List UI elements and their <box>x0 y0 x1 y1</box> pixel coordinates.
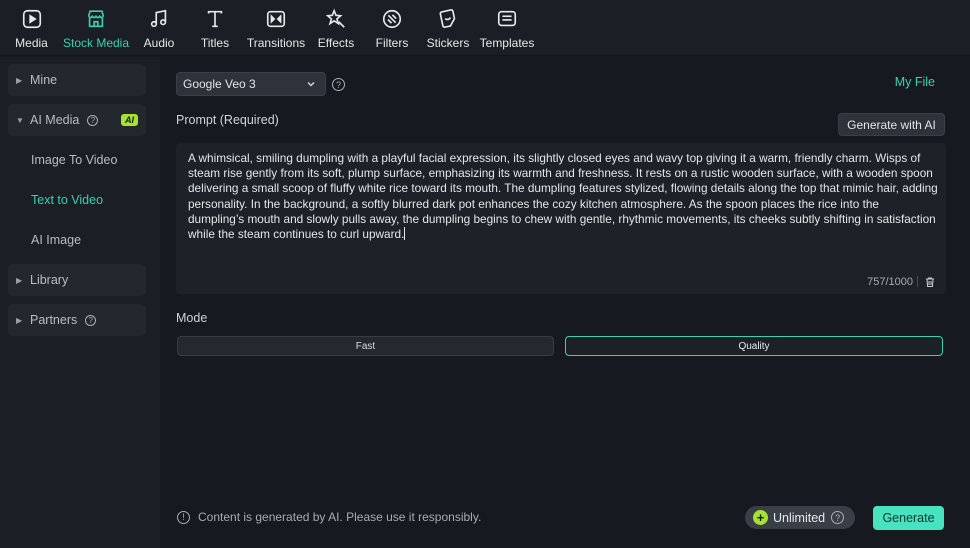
ai-notice: ! Content is generated by AI. Please use… <box>177 510 481 524</box>
toolbar-filters[interactable]: Filters <box>365 0 419 56</box>
info-icon: ! <box>177 510 190 524</box>
main-panel: Google Veo 3 ? My File Prompt (Required)… <box>160 57 970 548</box>
transitions-icon <box>266 10 286 28</box>
caret-right-icon: ▶ <box>16 75 23 85</box>
trash-icon[interactable] <box>924 276 936 288</box>
toolbar-effects[interactable]: Effects <box>307 0 365 56</box>
mode-quality-button[interactable]: Quality <box>565 336 943 356</box>
sidebar-item-label: AI Media <box>30 113 80 127</box>
toolbar-label: Stock Media <box>62 36 130 50</box>
sidebar-item-mine[interactable]: ▶ Mine <box>8 64 146 96</box>
ai-badge: AI <box>121 114 138 126</box>
text-cursor <box>404 227 406 241</box>
divider <box>917 276 918 287</box>
model-help-icon[interactable]: ? <box>332 78 345 91</box>
titles-icon <box>207 10 223 28</box>
toolbar-label: Effects <box>317 36 355 50</box>
sidebar-item-ai-image[interactable]: AI Image <box>8 224 146 256</box>
unlimited-credits-button[interactable]: + Unlimited ? <box>745 506 855 529</box>
toolbar-label: Media <box>15 36 48 50</box>
toolbar-label: Titles <box>200 36 230 50</box>
mode-label: Mode <box>176 311 208 325</box>
sidebar-item-label: Partners <box>30 313 78 327</box>
sidebar-item-partners[interactable]: ▶ Partners ? <box>8 304 146 336</box>
toolbar-label: Transitions <box>246 36 306 50</box>
filters-icon <box>382 9 402 29</box>
prompt-text: A whimsical, smiling dumpling with a pla… <box>188 151 938 242</box>
toolbar-stock-media[interactable]: Stock Media <box>59 0 133 56</box>
my-file-link[interactable]: My File <box>895 75 935 89</box>
unlimited-label: Unlimited <box>773 510 826 525</box>
model-select-value: Google Veo 3 <box>183 77 256 91</box>
help-icon[interactable]: ? <box>85 314 97 326</box>
prompt-label: Prompt (Required) <box>176 113 279 127</box>
toolbar-templates[interactable]: Templates <box>477 0 537 56</box>
toolbar-stickers[interactable]: Stickers <box>419 0 477 56</box>
toolbar-transitions[interactable]: Transitions <box>245 0 307 56</box>
help-icon[interactable]: ? <box>87 114 99 126</box>
caret-down-icon: ▼ <box>16 115 24 125</box>
caret-right-icon: ▶ <box>16 315 23 325</box>
generate-button[interactable]: Generate <box>873 506 944 530</box>
toolbar-label: Filters <box>375 36 409 50</box>
sidebar-item-label: Library <box>30 273 69 287</box>
sidebar-item-library[interactable]: ▶ Library <box>8 264 146 296</box>
media-icon <box>22 9 41 29</box>
sidebar-item-ai-media[interactable]: ▼ AI Media ? AI <box>8 104 146 136</box>
model-select[interactable]: Google Veo 3 <box>176 72 326 96</box>
toolbar-label: Stickers <box>426 36 470 50</box>
top-toolbar: Media Stock Media Audio Titles Transitio… <box>0 0 970 56</box>
stock-media-icon <box>87 10 105 28</box>
toolbar-label: Templates <box>479 36 535 50</box>
chevron-down-icon <box>307 81 315 87</box>
effects-icon <box>325 8 345 28</box>
prompt-textarea[interactable]: A whimsical, smiling dumpling with a pla… <box>176 143 946 294</box>
ai-notice-text: Content is generated by AI. Please use i… <box>198 510 482 524</box>
sidebar-item-text-to-video[interactable]: Text to Video <box>8 184 146 216</box>
templates-icon <box>497 10 517 27</box>
mode-fast-button[interactable]: Fast <box>177 336 554 356</box>
audio-icon <box>150 9 167 28</box>
toolbar-media[interactable]: Media <box>4 0 59 56</box>
toolbar-titles[interactable]: Titles <box>185 0 245 56</box>
plus-icon: + <box>753 510 768 525</box>
toolbar-label: Audio <box>143 36 175 50</box>
generate-with-ai-button[interactable]: Generate with AI <box>838 113 945 136</box>
stickers-icon <box>439 9 456 29</box>
sidebar-item-label: Mine <box>30 73 58 87</box>
help-icon[interactable]: ? <box>831 511 845 524</box>
sidebar-item-image-to-video[interactable]: Image To Video <box>8 144 146 176</box>
sidebar: ▶ Mine ▼ AI Media ? AI Image To Video Te… <box>0 57 160 548</box>
caret-right-icon: ▶ <box>16 275 23 285</box>
toolbar-audio[interactable]: Audio <box>133 0 185 56</box>
character-counter: 757/1000 <box>867 276 913 288</box>
